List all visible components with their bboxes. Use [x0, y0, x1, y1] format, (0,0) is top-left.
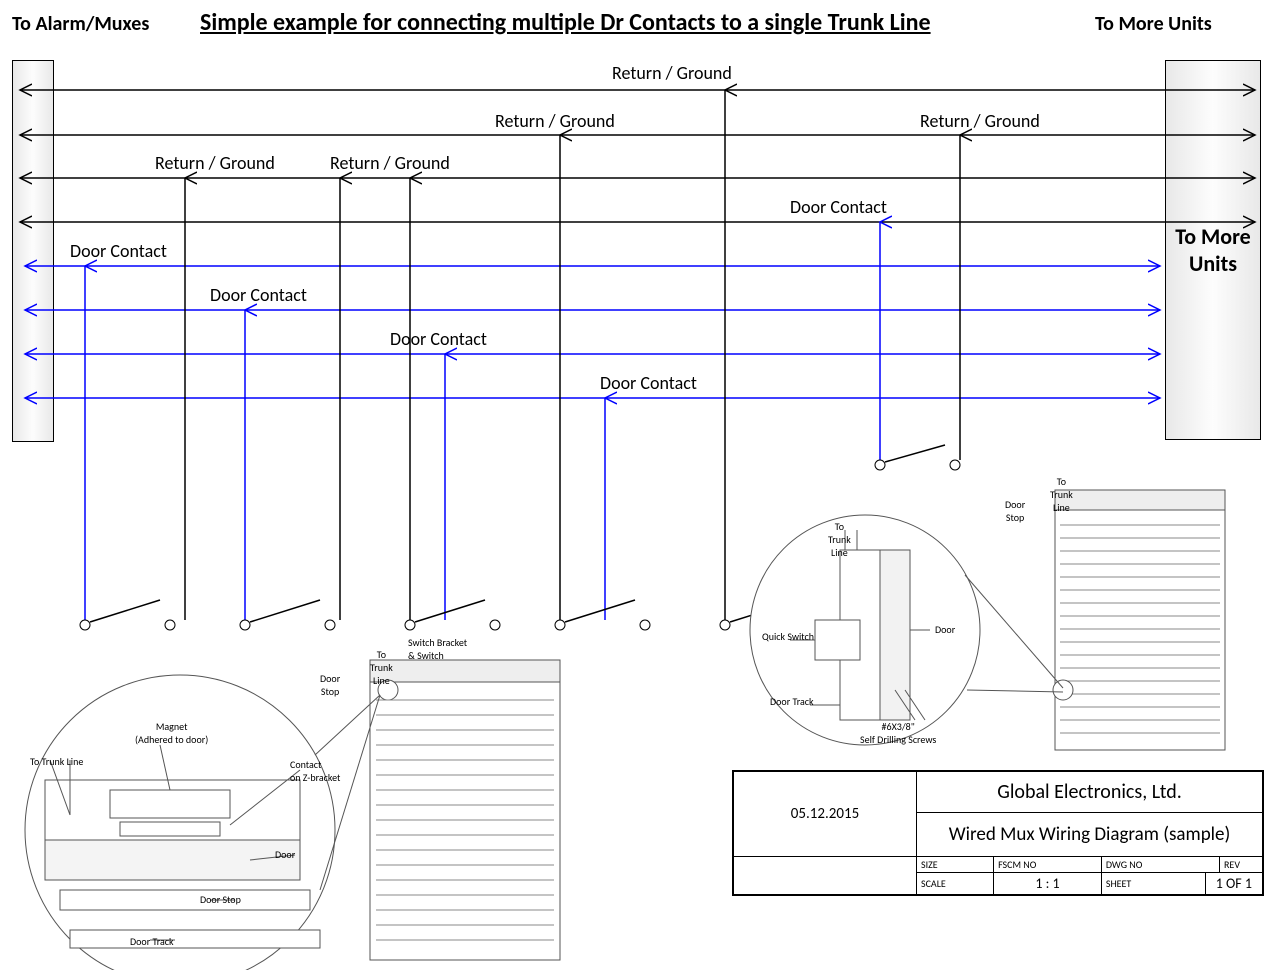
right-doorstop-label: Door Stop: [1005, 498, 1025, 524]
rg-label-4: Return / Ground: [330, 152, 450, 174]
rg-label-2: Return / Ground: [495, 110, 615, 132]
left-magnet-label: Magnet (Adhered to door): [135, 720, 208, 746]
dc-label-3: Door Contact: [390, 328, 487, 350]
tb-size-hdr: SIZE: [917, 857, 994, 873]
left-trunk-label: To Trunk Line: [30, 755, 83, 768]
right-detail-svg: [745, 470, 1245, 770]
right-door-label: Door: [935, 623, 955, 636]
tb-date: 05.12.2015: [734, 772, 917, 857]
left-trunk2-label: To Trunk Line: [370, 648, 393, 687]
left-doorstop2-label: Door Stop: [320, 672, 340, 698]
tb-sheet-hdr: SHEET: [1101, 873, 1205, 895]
right-quickswitch-label: Quick Switch: [762, 630, 814, 643]
tb-dwg-hdr: DWG NO: [1101, 857, 1219, 873]
tb-sheet: 1 OF 1: [1205, 873, 1262, 895]
tb-scale: 1 : 1: [994, 873, 1102, 895]
left-doorstop-label: Door Stop: [200, 893, 241, 906]
right-trunk2-label: To Trunk Line: [1050, 475, 1073, 514]
tb-company: Global Electronics, Ltd.: [917, 772, 1263, 813]
rg-label-3: Return / Ground: [155, 152, 275, 174]
dc-label-2: Door Contact: [210, 284, 307, 306]
title-block: 05.12.2015 Global Electronics, Ltd. Wire…: [732, 770, 1264, 896]
right-doortrack-label: Door Track: [770, 695, 814, 708]
rg-label-1: Return / Ground: [612, 62, 732, 84]
right-screws-label: #6X3/8" Self Drilling Screws: [860, 720, 936, 746]
left-contact-label: Contact on Z-bracket: [290, 758, 340, 784]
right-trunk-label: To Trunk Line: [828, 520, 851, 559]
rg-label-2b: Return / Ground: [920, 110, 1040, 132]
tb-fscm-hdr: FSCM NO: [994, 857, 1102, 873]
left-door-label: Door: [275, 848, 295, 861]
left-doortrack-label: Door Track: [130, 935, 174, 948]
dc-label-6: Door Contact: [790, 196, 887, 218]
dc-label-4: Door Contact: [600, 372, 697, 394]
tb-rev-hdr: REV: [1220, 857, 1263, 873]
left-detail-svg: [0, 640, 600, 970]
tb-drawing: Wired Mux Wiring Diagram (sample): [917, 813, 1263, 857]
dc-label-1: Door Contact: [70, 240, 167, 262]
tb-scale-hdr: SCALE: [917, 873, 994, 895]
left-switchbracket-label: Switch Bracket & Switch: [408, 636, 467, 662]
